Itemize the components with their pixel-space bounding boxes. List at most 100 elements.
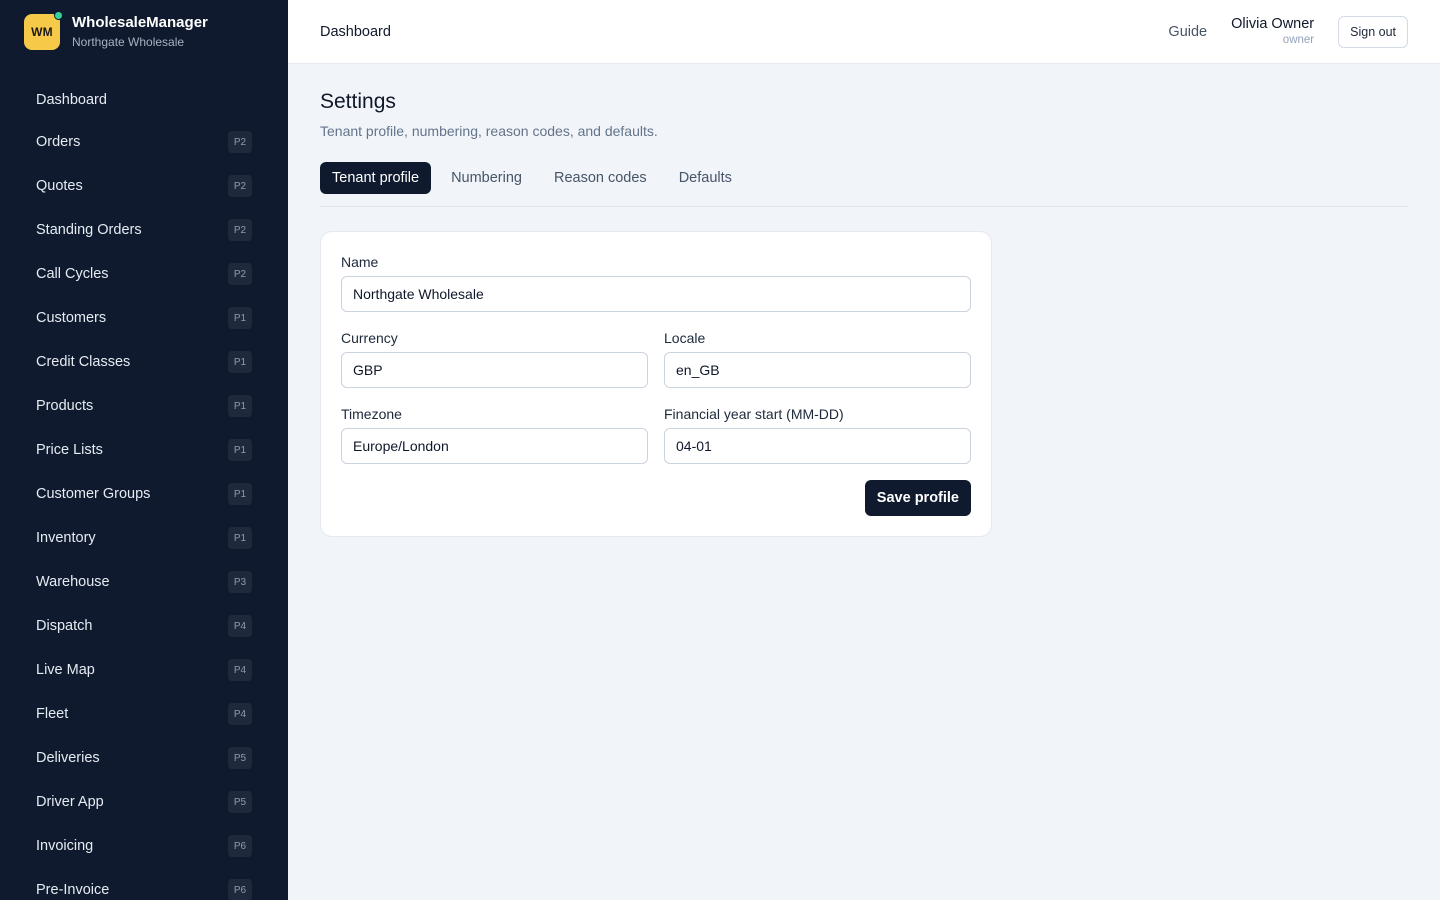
- sidebar-item-driver-app[interactable]: Driver App P5: [12, 780, 276, 824]
- tenant-profile-card: Name Currency Locale Timezone Financial …: [320, 231, 992, 537]
- guide-link[interactable]: Guide: [1168, 24, 1207, 40]
- currency-label: Currency: [341, 330, 398, 346]
- name-group: Name: [341, 252, 971, 312]
- page-title: Settings: [320, 90, 396, 113]
- timezone-input[interactable]: [341, 428, 648, 464]
- phase-badge: P6: [228, 879, 252, 900]
- topbar: Dashboard Guide Olivia Owner owner Sign …: [288, 0, 1440, 64]
- financial-year-input[interactable]: [664, 428, 971, 464]
- page-subtitle: Tenant profile, numbering, reason codes,…: [320, 123, 658, 139]
- sidebar-item-label: Quotes: [36, 178, 83, 194]
- save-profile-button[interactable]: Save profile: [864, 480, 971, 516]
- sidebar-item-warehouse[interactable]: Warehouse P3: [12, 560, 276, 604]
- user-name: Olivia Owner: [1231, 16, 1315, 32]
- tenant-name: Northgate Wholesale: [72, 34, 185, 49]
- sidebar-item-customer-groups[interactable]: Customer Groups P1: [12, 472, 276, 516]
- sidebar-item-quotes[interactable]: Quotes P2: [12, 164, 276, 208]
- sidebar-item-deliveries[interactable]: Deliveries P5: [12, 736, 276, 780]
- phase-badge: P1: [228, 395, 252, 417]
- app-name: WholesaleManager: [72, 13, 208, 31]
- sidebar-item-price-lists[interactable]: Price Lists P1: [12, 428, 276, 472]
- brand-logo-text: WM: [31, 24, 53, 39]
- sidebar-item-products[interactable]: Products P1: [12, 384, 276, 428]
- sidebar-item-label: Warehouse: [36, 574, 110, 590]
- phase-badge: P4: [228, 615, 252, 637]
- brand-text: WholesaleManager Northgate Wholesale: [72, 14, 208, 50]
- sidebar-item-orders[interactable]: Orders P2: [12, 120, 276, 164]
- topbar-right: Guide Olivia Owner owner Sign out: [1168, 15, 1408, 48]
- sidebar-item-label: Price Lists: [36, 442, 103, 458]
- settings-tabs: Tenant profile Numbering Reason codes De…: [320, 162, 1408, 207]
- sidebar-item-label: Dashboard: [36, 92, 107, 108]
- phase-badge: P2: [228, 219, 252, 241]
- topbar-title[interactable]: Dashboard: [320, 24, 391, 40]
- currency-group: Currency: [341, 328, 648, 388]
- phase-badge: P5: [228, 747, 252, 769]
- phase-badge: P1: [228, 351, 252, 373]
- locale-input[interactable]: [664, 352, 971, 388]
- sidebar-item-label: Call Cycles: [36, 266, 109, 282]
- phase-badge: P4: [228, 659, 252, 681]
- tab-defaults[interactable]: Defaults: [667, 162, 744, 194]
- sidebar-item-call-cycles[interactable]: Call Cycles P2: [12, 252, 276, 296]
- phase-badge: P2: [228, 131, 252, 153]
- tab-numbering[interactable]: Numbering: [439, 162, 534, 194]
- timezone-label: Timezone: [341, 406, 402, 422]
- main-content: Settings Tenant profile, numbering, reas…: [320, 88, 1408, 537]
- sidebar-item-label: Products: [36, 398, 94, 414]
- sidebar-item-standing-orders[interactable]: Standing Orders P2: [12, 208, 276, 252]
- phase-badge: P2: [228, 263, 252, 285]
- user-role: owner: [1282, 34, 1315, 46]
- phase-badge: P5: [228, 791, 252, 813]
- sidebar-item-dispatch[interactable]: Dispatch P4: [12, 604, 276, 648]
- sidebar-item-label: Credit Classes: [36, 354, 131, 370]
- sidebar-item-label: Driver App: [36, 794, 104, 810]
- name-input[interactable]: [341, 276, 971, 312]
- sidebar-item-label: Customers: [36, 310, 107, 326]
- phase-badge: P3: [228, 571, 252, 593]
- timezone-group: Timezone: [341, 404, 648, 464]
- sidebar-item-label: Pre-Invoice: [36, 882, 110, 898]
- currency-locale-row: Currency Locale: [341, 328, 971, 388]
- sidebar-item-label: Invoicing: [36, 838, 94, 854]
- phase-badge: P1: [228, 439, 252, 461]
- form-actions: Save profile: [341, 480, 971, 516]
- sidebar-item-inventory[interactable]: Inventory P1: [12, 516, 276, 560]
- financial-year-label: Financial year start (MM-DD): [664, 406, 844, 422]
- sidebar-item-label: Customer Groups: [36, 486, 151, 502]
- sidebar-item-fleet[interactable]: Fleet P4: [12, 692, 276, 736]
- sidebar-item-credit-classes[interactable]: Credit Classes P1: [12, 340, 276, 384]
- sidebar-item-label: Orders: [36, 134, 81, 150]
- brand[interactable]: WM WholesaleManager Northgate Wholesale: [0, 0, 288, 63]
- sidebar-item-dashboard[interactable]: Dashboard: [12, 80, 276, 120]
- sidebar-item-pre-invoice[interactable]: Pre-Invoice P6: [12, 868, 276, 900]
- phase-badge: P2: [228, 175, 252, 197]
- name-label: Name: [341, 254, 379, 270]
- sidebar-item-label: Inventory: [36, 530, 96, 546]
- sidebar-item-label: Deliveries: [36, 750, 100, 766]
- sidebar-item-label: Dispatch: [36, 618, 93, 634]
- tab-reason-codes[interactable]: Reason codes: [542, 162, 659, 194]
- phase-badge: P1: [228, 307, 252, 329]
- brand-logo: WM: [24, 10, 63, 50]
- phase-badge: P1: [228, 527, 252, 549]
- sidebar: WM WholesaleManager Northgate Wholesale …: [0, 0, 288, 900]
- sidebar-item-customers[interactable]: Customers P1: [12, 296, 276, 340]
- phase-badge: P6: [228, 835, 252, 857]
- sidebar-item-label: Standing Orders: [36, 222, 142, 238]
- financial-year-group: Financial year start (MM-DD): [664, 404, 971, 464]
- locale-label: Locale: [664, 330, 706, 346]
- status-dot-icon: [54, 10, 63, 20]
- phase-badge: P1: [228, 483, 252, 505]
- currency-input[interactable]: [341, 352, 648, 388]
- sidebar-item-live-map[interactable]: Live Map P4: [12, 648, 276, 692]
- timezone-fy-row: Timezone Financial year start (MM-DD): [341, 404, 971, 464]
- phase-badge: P4: [228, 703, 252, 725]
- user-info: Olivia Owner owner: [1231, 15, 1314, 48]
- sidebar-item-label: Fleet: [36, 706, 69, 722]
- sidebar-item-label: Live Map: [36, 662, 95, 678]
- sidebar-nav: Dashboard Orders P2 Quotes P2 Standing O…: [0, 80, 288, 900]
- sign-out-button[interactable]: Sign out: [1338, 15, 1408, 48]
- sidebar-item-invoicing[interactable]: Invoicing P6: [12, 824, 276, 868]
- tab-tenant-profile[interactable]: Tenant profile: [320, 162, 432, 194]
